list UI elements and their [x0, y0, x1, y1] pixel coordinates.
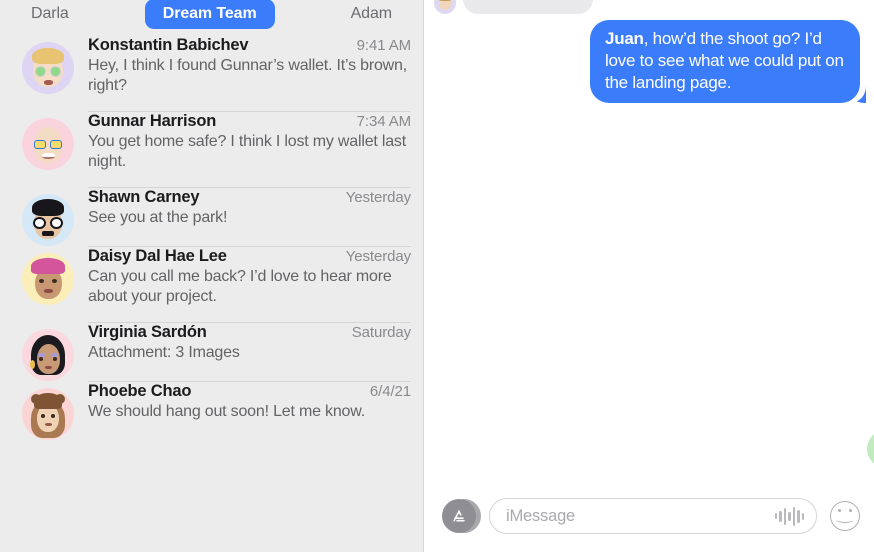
message-input-field[interactable]: iMessage [489, 498, 817, 534]
outgoing-bubble[interactable]: Juan, how’d the shoot go? I’d love to se… [590, 20, 860, 104]
audio-waveform-icon[interactable] [774, 506, 804, 526]
avatar-shawn-carney [22, 193, 74, 246]
conversation-time: 7:34 AM [356, 112, 411, 130]
avatar-gunnar-harrison [22, 117, 74, 170]
message-thread: Juan, how’d the shoot go? I’d love to se… [424, 0, 874, 480]
conversation-name: Konstantin Babichev [88, 36, 249, 54]
app-store-button[interactable] [442, 499, 481, 533]
message-input-placeholder: iMessage [506, 506, 576, 525]
conversation-time: 6/4/21 [369, 382, 411, 400]
conversation-time: Yesterday [345, 247, 411, 265]
conversation-row-daisy-dal-hae-lee[interactable]: Daisy Dal Hae Lee Yesterday Can you call… [0, 247, 423, 322]
conversation-body: Virginia Sardón Saturday Attachment: 3 I… [88, 323, 411, 377]
smiley-face-icon[interactable] [830, 501, 860, 531]
avatar-konstantin-babichev [22, 42, 74, 94]
avatar-phoebe-chao [22, 387, 74, 440]
message-input-bar: iMessage [424, 480, 874, 552]
tab-bar: Darla Dream Team Adam [0, 0, 423, 36]
conversation-preview: Can you call me back? I’d love to hear m… [88, 267, 392, 306]
conversation-name: Shawn Carney [88, 187, 200, 206]
conversation-body: Shawn Carney Yesterday See you at the pa… [88, 188, 411, 242]
conversation-preview: Hey, I think I found Gunnar’s wallet. It… [88, 57, 407, 95]
avatar-incoming-small [434, 0, 456, 14]
conversation-body: Phoebe Chao 6/4/21 We should hang out so… [88, 382, 411, 436]
conversation-name: Daisy Dal Hae Lee [88, 246, 227, 265]
tab-adam[interactable]: Adam [333, 0, 410, 29]
conversation-name: Gunnar Harrison [88, 111, 217, 130]
avatar-daisy-dal-hae-lee [22, 252, 74, 305]
avatar-virginia-sardon [22, 328, 74, 381]
conversation-row-gunnar-harrison[interactable]: Gunnar Harrison 7:34 AM You get home saf… [0, 112, 423, 187]
conversation-preview: Attachment: 3 Images [88, 343, 240, 361]
conversation-row-konstantin-babichev[interactable]: Konstantin Babichev 9:41 AM Hey, I think… [0, 36, 423, 111]
app-store-glyph [453, 509, 465, 522]
incoming-bubble[interactable] [463, 0, 593, 14]
conversation-body: Konstantin Babichev 9:41 AM Hey, I think… [88, 36, 411, 111]
conversation-name: Virginia Sardón [88, 322, 207, 341]
messages-window: Darla Dream Team Adam Konstantin Babiche… [0, 0, 874, 552]
conversation-body: Gunnar Harrison 7:34 AM You get home saf… [88, 112, 411, 187]
app-store-icon [442, 499, 476, 533]
conversation-time: 9:41 AM [356, 37, 411, 54]
conversation-time: Saturday [351, 323, 411, 341]
conversation-preview: You get home safe? I think I lost my wal… [88, 132, 406, 171]
conversation-list: Konstantin Babichev 9:41 AM Hey, I think… [0, 36, 423, 440]
mention-juan: Juan [605, 29, 644, 48]
conversation-sidebar: Darla Dream Team Adam Konstantin Babiche… [0, 0, 424, 552]
outgoing-message: Juan, how’d the shoot go? I’d love to se… [590, 20, 860, 104]
incoming-message-partial [434, 0, 593, 14]
tab-darla[interactable]: Darla [13, 0, 87, 29]
conversation-row-virginia-sardon[interactable]: Virginia Sardón Saturday Attachment: 3 I… [0, 323, 423, 381]
conversation-body: Daisy Dal Hae Lee Yesterday Can you call… [88, 247, 411, 322]
message-thread-pane: Juan, how’d the shoot go? I’d love to se… [424, 0, 874, 552]
conversation-name: Phoebe Chao [88, 381, 192, 400]
conversation-preview: We should hang out soon! Let me know. [88, 402, 365, 420]
attachment-header: Juan Carlos 6 Photos [869, 132, 874, 201]
tab-dream-team[interactable]: Dream Team [144, 0, 275, 29]
avatar-juan-carlos [867, 430, 874, 468]
conversation-row-shawn-carney[interactable]: Shawn Carney Yesterday See you at the pa… [0, 188, 423, 246]
conversation-time: Yesterday [345, 188, 411, 206]
conversation-row-phoebe-chao[interactable]: Phoebe Chao 6/4/21 We should hang out so… [0, 382, 423, 440]
conversation-preview: See you at the park! [88, 208, 228, 226]
